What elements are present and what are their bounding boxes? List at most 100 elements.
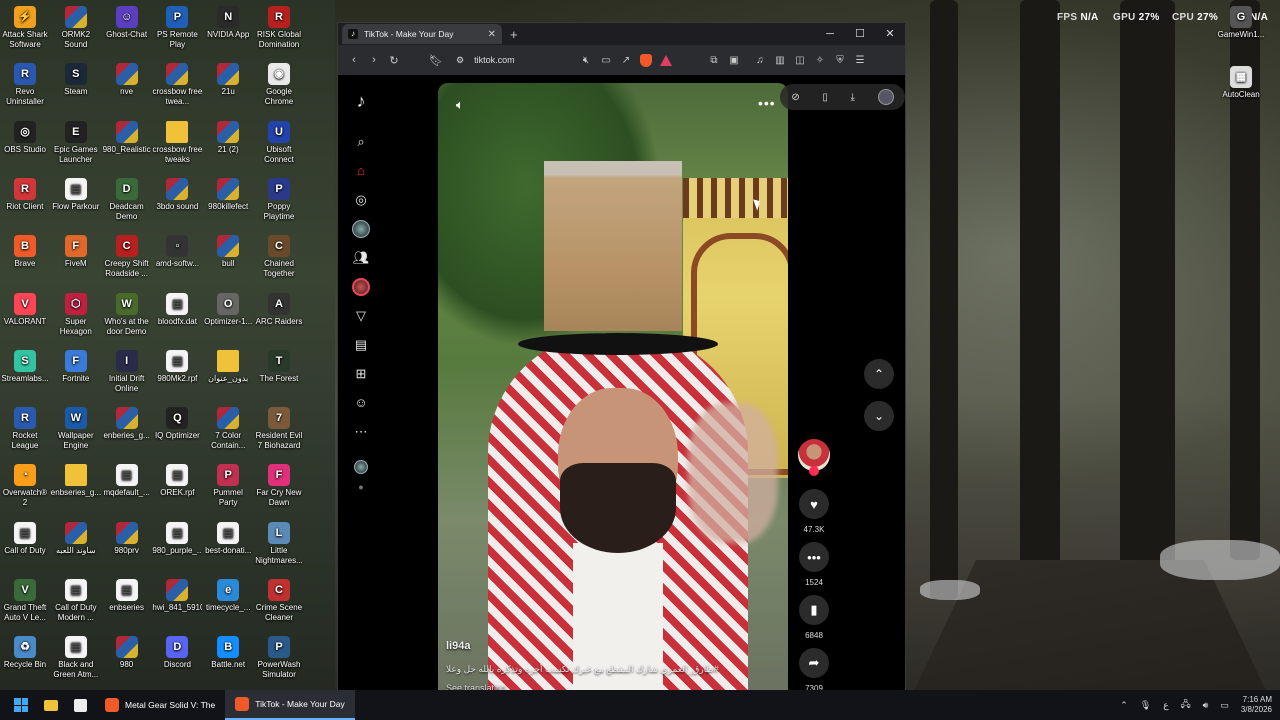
extensions-icon[interactable]: ⧉	[704, 55, 724, 66]
desktop-icon[interactable]: ▤ best-donati...	[203, 521, 253, 556]
share-arrow-icon[interactable]: ➦	[799, 648, 829, 678]
upload-icon[interactable]: ⊞	[346, 359, 376, 388]
desktop-icon[interactable]: enbseries_g...	[51, 464, 101, 498]
maximize-icon[interactable]: ☐	[845, 23, 875, 45]
desktop-icon[interactable]: 3bdo sound	[152, 177, 202, 212]
desktop-icon[interactable]: ▫ amd-softw...	[152, 235, 202, 269]
desktop-icon[interactable]: P Pummel Party	[203, 464, 253, 508]
vpn-icon[interactable]: ⛨	[830, 55, 850, 66]
desktop-icon[interactable]: ▤ Call of Duty Modern ...	[51, 579, 101, 623]
download-icon[interactable]: ⤓	[851, 92, 855, 103]
desktop-icon[interactable]: 7 Color Contain...	[203, 407, 253, 451]
desktop-icon[interactable]: ▤ Black and Green Atm...	[51, 636, 101, 680]
video-options-icon[interactable]: •••	[758, 95, 776, 111]
desktop-icon[interactable]: B Battle.net	[203, 636, 253, 670]
store-icon[interactable]	[66, 690, 95, 720]
speaker-icon[interactable]: 🔊︎	[1203, 700, 1209, 711]
clock[interactable]: 7:16 AM 3/8/2026	[1241, 695, 1272, 715]
desktop-icon[interactable]: G GameWin1...	[1216, 6, 1266, 40]
leo-ai-icon[interactable]: ✧	[810, 55, 830, 66]
desktop-icon[interactable]: crossbow free twea...	[152, 63, 202, 107]
start-button[interactable]	[0, 690, 36, 720]
desktop-icon[interactable]: Q IQ Optimizer	[152, 407, 202, 441]
desktop-icon[interactable]: D Deadcam Demo	[102, 177, 152, 222]
desktop-icon[interactable]: N NVIDIA App	[203, 6, 253, 40]
tray-overflow-icon[interactable]: ⌃	[1120, 700, 1128, 711]
desktop-icon[interactable]: R Rocket League	[0, 407, 50, 451]
network-icon[interactable]: 🖧︎	[1181, 697, 1191, 713]
more-icon[interactable]: ⋯	[346, 417, 376, 446]
close-tab-icon[interactable]: ✕	[488, 29, 496, 40]
bookmark-icon[interactable]: ▮	[799, 595, 829, 625]
forward-icon[interactable]: ›	[364, 54, 384, 66]
desktop-icon[interactable]: e timecycle_...	[203, 579, 253, 613]
back-icon[interactable]: ‹	[344, 54, 364, 66]
brave-rewards-icon[interactable]	[660, 54, 672, 66]
media-icon[interactable]: ♫	[750, 55, 770, 66]
desktop-icon[interactable]: W Wallpaper Engine	[51, 407, 101, 451]
previous-video-button[interactable]: ⌃	[864, 359, 894, 389]
next-video-button[interactable]: ⌄	[864, 401, 894, 431]
taskbar-app-tiktok[interactable]: TikTok - Make Your Day	[225, 690, 355, 720]
desktop-icon[interactable]: 980killefect	[203, 177, 253, 212]
desktop-icon[interactable]: I Initial Drift Online	[102, 349, 152, 394]
bookmark-icon[interactable]: 🔖︎	[426, 54, 446, 67]
reload-icon[interactable]: ↻	[384, 54, 404, 67]
desktop-icon[interactable]: T The Forest	[254, 349, 304, 384]
desktop-icon[interactable]: V Grand Theft Auto V Le...	[0, 579, 50, 623]
desktop-icon[interactable]: ▤ 980_purple_...	[152, 521, 202, 556]
account-avatar-icon[interactable]	[346, 452, 376, 481]
battery-icon[interactable]: ▭	[1220, 700, 1229, 711]
tab-tiktok[interactable]: ♪ TikTok - Make Your Day ✕	[342, 24, 502, 44]
desktop-icon[interactable]: 7 Resident Evil 7 Biohazard	[254, 407, 304, 451]
desktop-icon[interactable]: 980prv	[102, 521, 152, 556]
desktop-icon[interactable]: ⚡ Attack Shark Software	[0, 6, 50, 50]
desktop-icon[interactable]: ▤ 980Mk2.rpf	[152, 349, 202, 384]
desktop-icon[interactable]: F Far Cry New Dawn	[254, 464, 304, 508]
home-icon[interactable]: ⌂	[346, 156, 376, 185]
autoscroll-icon[interactable]: ⊘	[791, 92, 799, 103]
desktop-icon[interactable]: 980	[102, 636, 152, 670]
video-username[interactable]: li94a	[446, 640, 776, 652]
comment-icon[interactable]: •••	[799, 542, 829, 572]
tiktok-logo-icon[interactable]: ♪	[346, 83, 376, 119]
close-window-icon[interactable]: ✕	[875, 23, 905, 45]
taskbar-app-metal-gear[interactable]: Metal Gear Solid V: The	[95, 690, 225, 720]
desktop-icon[interactable]: ▦ AutoClean	[1216, 66, 1266, 100]
desktop-icon[interactable]: L Little Nightmares...	[254, 521, 304, 566]
user-avatar-icon[interactable]	[877, 89, 894, 105]
desktop-icon[interactable]: ▤ Flow Parkour	[51, 177, 101, 212]
wallet-2-icon[interactable]: ◫	[790, 55, 810, 66]
desktop-icon[interactable]: ▤ enbseries	[102, 579, 152, 613]
miniplayer-icon[interactable]: ▯	[822, 92, 828, 103]
desktop-icon[interactable]: ◉ Google Chrome	[254, 63, 304, 107]
input-language[interactable]: ع	[1163, 700, 1168, 711]
desktop-icon[interactable]: crossbow free tweaks	[152, 120, 202, 165]
desktop-icon[interactable]: R Riot Client	[0, 177, 50, 212]
live-avatar-icon[interactable]	[346, 272, 376, 301]
desktop-icon[interactable]: R Revo Uninstaller	[0, 63, 50, 107]
new-tab-button[interactable]: +	[510, 27, 518, 42]
site-info-icon[interactable]: ⚙	[456, 55, 464, 66]
desktop-icon[interactable]: ▤ Call of Duty	[0, 521, 50, 556]
desktop-icon[interactable]: hwi_841_5910	[152, 579, 202, 613]
explore-icon[interactable]: ◎	[346, 185, 376, 214]
desktop-icon[interactable]: ▤ mqdefault_...	[102, 464, 152, 498]
brave-shields-icon[interactable]	[640, 53, 652, 67]
inbox-icon[interactable]: ▤	[346, 330, 376, 359]
desktop-icon[interactable]: P PowerWash Simulator	[254, 636, 304, 680]
creator-avatar[interactable]	[798, 439, 830, 476]
microphone-icon[interactable]: 🎙︎	[1140, 700, 1151, 711]
volume-icon[interactable]: 🔈︎	[456, 97, 464, 113]
desktop-icon[interactable]: بدون_عنوان	[203, 349, 253, 384]
desktop-icon[interactable]: O Optimizer-1...	[203, 292, 253, 327]
desktop-icon[interactable]: nve	[102, 63, 152, 97]
desktop-icon[interactable]: V VALORANT	[0, 292, 50, 327]
desktop-icon[interactable]: F Fortnite	[51, 349, 101, 384]
share-icon[interactable]: ↗	[616, 55, 636, 66]
desktop-icon[interactable]: B Brave	[0, 235, 50, 269]
desktop-icon[interactable]: ☺ Ghost-Chat	[102, 6, 152, 40]
file-explorer-icon[interactable]	[36, 690, 66, 720]
desktop-icon[interactable]: R RISK Global Domination	[254, 6, 304, 50]
desktop-icon[interactable]: ORMK2 Sound	[51, 6, 101, 50]
